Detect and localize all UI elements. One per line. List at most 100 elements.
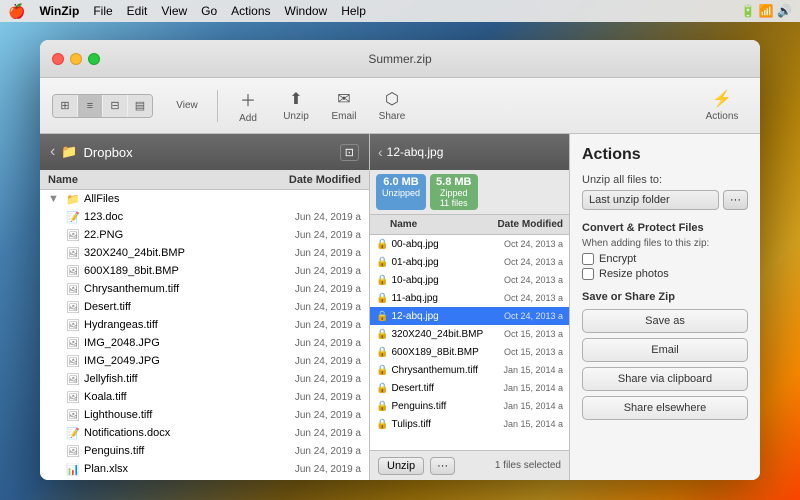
menubar-winzip[interactable]: WinZip	[39, 4, 79, 18]
share-button[interactable]: ⬡ Share	[370, 85, 414, 126]
lock-icon: 🔒	[376, 383, 388, 394]
save-as-button[interactable]: Save as	[582, 309, 748, 333]
file-name-label: Notifications.docx	[84, 427, 251, 439]
add-label: Add	[239, 113, 257, 124]
main-window: Summer.zip ⊞ ≡ ⊟ ▤ View ＋ Add ⬆ Unzip ✉ …	[40, 40, 760, 480]
list-view-button[interactable]: ≡	[78, 95, 102, 117]
menubar-window[interactable]: Window	[285, 4, 328, 18]
menubar-file[interactable]: File	[93, 4, 112, 18]
list-item[interactable]: 🖼 320X240_24bit.BMP Jun 24, 2019 a	[40, 244, 369, 262]
middle-file-list[interactable]: 🔒 00-abq.jpg Oct 24, 2013 a 🔒 01-abq.jpg…	[370, 235, 569, 450]
resize-photos-checkbox[interactable]	[582, 268, 594, 280]
lock-icon: 🔒	[376, 293, 388, 304]
file-type-icon: 🖼	[66, 283, 80, 296]
file-date-label: Jun 24, 2019 a	[251, 356, 361, 367]
list-item[interactable]: 🔒 11-abq.jpg Oct 24, 2013 a	[370, 289, 569, 307]
apple-menu[interactable]: 🍎	[8, 3, 25, 20]
middle-filename-label: 12-abq.jpg	[387, 145, 561, 159]
encrypt-checkbox[interactable]	[582, 253, 594, 265]
email-button[interactable]: ✉ Email	[322, 85, 366, 126]
list-item[interactable]: 🖼 Desert.tiff Jun 24, 2019 a	[40, 298, 369, 316]
list-item[interactable]: 🖼 IMG_2049.JPG Jun 24, 2019 a	[40, 352, 369, 370]
email-share-button[interactable]: Email	[582, 338, 748, 362]
actions-toolbar-button[interactable]: ⚡ Actions	[696, 85, 748, 126]
file-type-icon: 🖼	[66, 355, 80, 368]
maximize-button[interactable]	[88, 53, 100, 65]
column-view-button[interactable]: ⊟	[103, 95, 127, 117]
minimize-button[interactable]	[70, 53, 82, 65]
list-item[interactable]: 📝 Notifications.docx Jun 24, 2019 a	[40, 424, 369, 442]
list-item[interactable]: ▼ 📁 AllFiles	[40, 190, 369, 208]
unzip-small-button[interactable]: Unzip	[378, 457, 424, 475]
share-icon: ⬡	[385, 89, 399, 109]
actions-toolbar-label: Actions	[706, 111, 739, 122]
list-item[interactable]: 🖼 Lighthouse.tiff Jun 24, 2019 a	[40, 406, 369, 424]
coverflow-view-button[interactable]: ▤	[128, 95, 152, 117]
list-item[interactable]: 🖼 600X189_8bit.BMP Jun 24, 2019 a	[40, 262, 369, 280]
middle-file-date: Jan 15, 2014 a	[493, 401, 563, 411]
save-share-title: Save or Share Zip	[582, 291, 748, 303]
file-type-icon: 🖼	[66, 319, 80, 332]
dropbox-label: Dropbox	[84, 145, 133, 160]
menubar-view[interactable]: View	[161, 4, 187, 18]
left-file-list[interactable]: ▼ 📁 AllFiles 📝 123.doc Jun 24, 2019 a 🖼 …	[40, 190, 369, 480]
file-name-label: Penguins.tiff	[84, 445, 251, 457]
list-item[interactable]: 🔒 01-abq.jpg Oct 24, 2013 a	[370, 253, 569, 271]
grid-view-button[interactable]: ⊞	[53, 95, 77, 117]
file-name-label: IMG_2049.JPG	[84, 355, 251, 367]
menubar-help[interactable]: Help	[341, 4, 366, 18]
list-item[interactable]: 🔒 00-abq.jpg Oct 24, 2013 a	[370, 235, 569, 253]
resize-photos-label: Resize photos	[599, 268, 669, 280]
list-item[interactable]: 🖼 Hydrangeas.tiff Jun 24, 2019 a	[40, 316, 369, 334]
list-item[interactable]: 🖼 Jellyfish.tiff Jun 24, 2019 a	[40, 370, 369, 388]
list-item[interactable]: 🔒 Desert.tiff Jan 15, 2014 a	[370, 379, 569, 397]
list-item[interactable]: 📊 Plan.xlsx Jun 24, 2019 a	[40, 460, 369, 478]
list-item[interactable]: 🖼 Chrysanthemum.tiff Jun 24, 2019 a	[40, 280, 369, 298]
file-type-icon: 🖼	[66, 409, 80, 422]
unzipped-zipped-bar: 6.0 MB Unzipped 5.8 MB Zipped 11 files	[370, 170, 569, 215]
file-type-icon: 📝	[66, 211, 80, 224]
menubar-go[interactable]: Go	[201, 4, 217, 18]
middle-file-name: 320X240_24bit.BMP	[391, 329, 493, 340]
convert-protect-title: Convert & Protect Files	[582, 222, 748, 234]
list-item[interactable]: 🔒 320X240_24bit.BMP Oct 15, 2013 a	[370, 325, 569, 343]
middle-file-name: 00-abq.jpg	[391, 239, 493, 250]
middle-file-name: 01-abq.jpg	[391, 257, 493, 268]
list-item[interactable]: 🔒 Penguins.tiff Jan 15, 2014 a	[370, 397, 569, 415]
list-item[interactable]: 🔒 Tulips.tiff Jan 15, 2014 a	[370, 415, 569, 433]
unzip-button[interactable]: ⬆ Unzip	[274, 85, 318, 126]
list-item[interactable]: 🔒 10-abq.jpg Oct 24, 2013 a	[370, 271, 569, 289]
zipped-count: 11 files	[440, 198, 468, 208]
list-item[interactable]: 🖼 IMG_2048.JPG Jun 24, 2019 a	[40, 334, 369, 352]
middle-file-name: 10-abq.jpg	[391, 275, 493, 286]
list-item[interactable]: 📊 Sales.xlsx Jun 24, 2019 a	[40, 478, 369, 480]
back-arrow-icon[interactable]: ‹	[50, 143, 55, 161]
last-unzip-row: Last unzip folder ···	[582, 190, 748, 210]
close-button[interactable]	[52, 53, 64, 65]
toolbar-sep-1	[217, 90, 218, 122]
list-item[interactable]: 🖼 Penguins.tiff Jun 24, 2019 a	[40, 442, 369, 460]
list-item[interactable]: 🖼 22.PNG Jun 24, 2019 a	[40, 226, 369, 244]
middle-back-arrow-icon[interactable]: ‹	[378, 144, 383, 160]
unzip-icon: ⬆	[289, 89, 302, 109]
list-item[interactable]: 🔒 Chrysanthemum.tiff Jan 15, 2014 a	[370, 361, 569, 379]
more-options-button[interactable]: ···	[430, 457, 455, 475]
file-name-label: Plan.xlsx	[84, 463, 251, 475]
unzip-folder-more-button[interactable]: ···	[723, 190, 748, 210]
list-item[interactable]: 🖼 Koala.tiff Jun 24, 2019 a	[40, 388, 369, 406]
last-unzip-folder-display: Last unzip folder	[582, 190, 719, 210]
list-item[interactable]: 🔒 12-abq.jpg Oct 24, 2013 a	[370, 307, 569, 325]
unzipped-size: 6.0 MB	[383, 176, 418, 188]
file-type-icon: 🖼	[66, 445, 80, 458]
add-button[interactable]: ＋ Add	[226, 83, 270, 128]
menubar-actions[interactable]: Actions	[231, 4, 270, 18]
dropbox-info-icon[interactable]: ⊡	[340, 144, 359, 161]
middle-file-name: Desert.tiff	[391, 383, 493, 394]
menubar-edit[interactable]: Edit	[127, 4, 148, 18]
list-item[interactable]: 🔒 600X189_8Bit.BMP Oct 15, 2013 a	[370, 343, 569, 361]
lock-icon: 🔒	[376, 419, 388, 430]
elsewhere-share-button[interactable]: Share elsewhere	[582, 396, 748, 420]
clipboard-share-button[interactable]: Share via clipboard	[582, 367, 748, 391]
list-item[interactable]: 📝 123.doc Jun 24, 2019 a	[40, 208, 369, 226]
lock-icon: 🔒	[376, 401, 388, 412]
